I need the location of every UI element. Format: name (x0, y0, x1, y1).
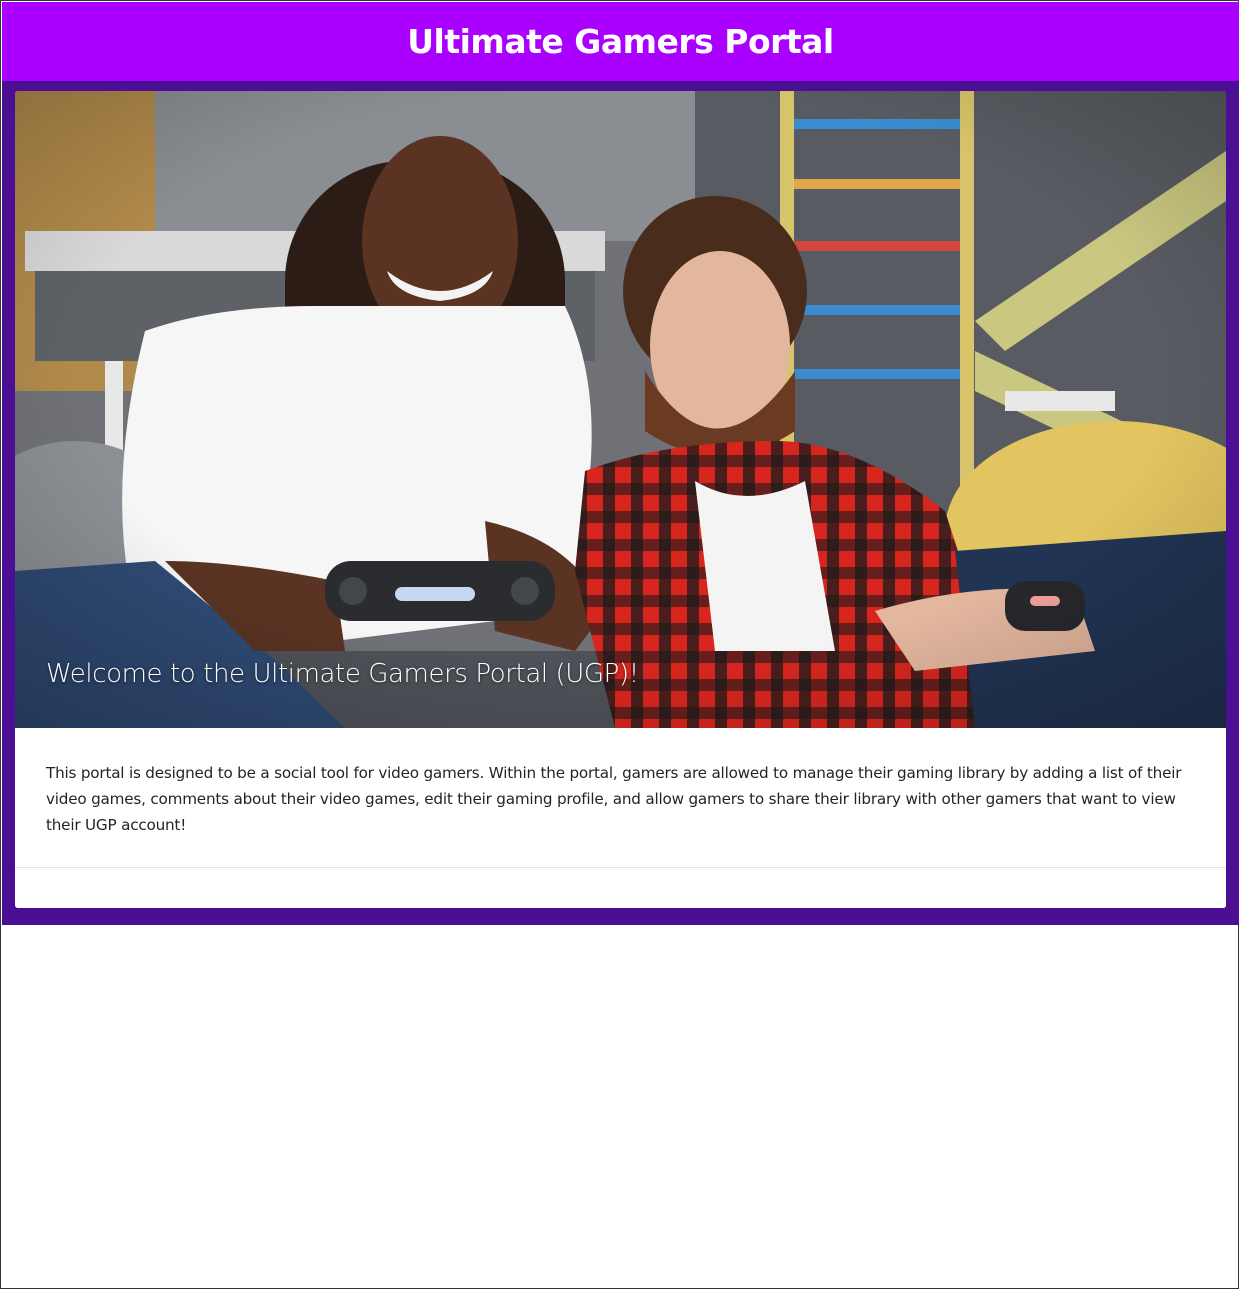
app-title: Ultimate Gamers Portal (407, 22, 834, 61)
card-footer (15, 867, 1226, 908)
app-header: Ultimate Gamers Portal (2, 2, 1239, 81)
page: Ultimate Gamers Portal Welcome to the Ul… (0, 0, 1239, 1289)
portal-description: This portal is designed to be a social t… (46, 764, 1182, 834)
hero-image: Welcome to the Ultimate Gamers Portal (U… (15, 91, 1226, 728)
hero-caption: Welcome to the Ultimate Gamers Portal (U… (46, 659, 639, 689)
gamers-photo (15, 91, 1226, 728)
main-content: Welcome to the Ultimate Gamers Portal (U… (2, 81, 1239, 925)
card-body: This portal is designed to be a social t… (15, 728, 1226, 868)
welcome-card: Welcome to the Ultimate Gamers Portal (U… (15, 91, 1226, 908)
